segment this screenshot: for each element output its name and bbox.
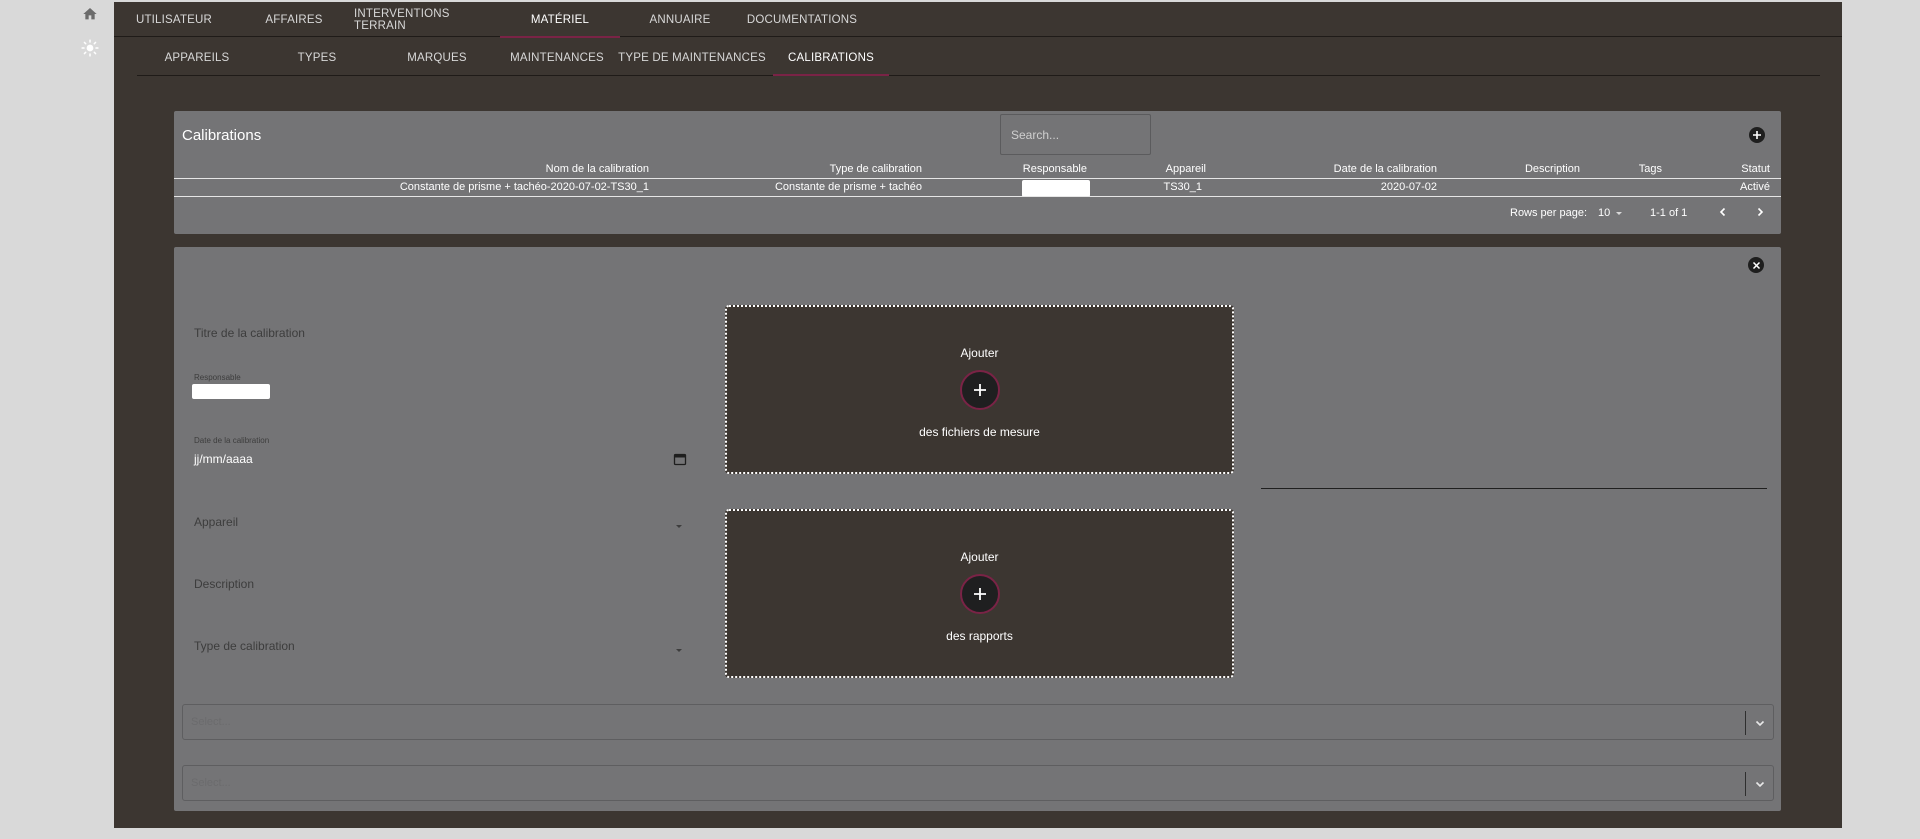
- description-field[interactable]: Description: [194, 577, 254, 591]
- titre-field[interactable]: Titre de la calibration: [194, 326, 305, 340]
- tab-maintenances[interactable]: MAINTENANCES: [497, 40, 617, 75]
- cell-responsable-chip: [1022, 180, 1090, 197]
- rapports-dropzone[interactable]: Ajouter des rapports: [725, 509, 1234, 678]
- add-icon[interactable]: [1749, 127, 1765, 143]
- tab-materiel[interactable]: MATÉRIEL: [500, 2, 620, 38]
- tab-appareils[interactable]: APPAREILS: [137, 40, 257, 75]
- date-label: Date de la calibration: [194, 436, 270, 445]
- responsable-label: Responsable: [194, 373, 241, 382]
- dropzone-title: Ajouter: [960, 550, 999, 564]
- sun-icon[interactable]: [80, 38, 100, 58]
- next-page-icon[interactable]: [1754, 206, 1766, 221]
- date-field[interactable]: jj/mm/aaaa: [194, 452, 253, 466]
- row-divider: [174, 196, 1781, 197]
- calibrations-table-card: Calibrations Search... Nom de la calibra…: [174, 111, 1781, 234]
- rows-per-page-label: Rows per page:: [1510, 207, 1588, 219]
- rows-per-page-select[interactable]: 10: [1598, 207, 1624, 219]
- cell-appareil: TS30_1: [1163, 181, 1202, 193]
- calibration-form-card: Titre de la calibration Responsable Date…: [174, 247, 1781, 811]
- dropzone-subtitle: des fichiers de mesure: [919, 425, 1040, 439]
- tab-documentations[interactable]: DOCUMENTATIONS: [740, 2, 864, 37]
- col-header-responsable[interactable]: Responsable: [1023, 163, 1087, 175]
- header-divider: [174, 178, 1781, 179]
- tab-utilisateur[interactable]: UTILISATEUR: [114, 2, 234, 37]
- tab-type-de-maintenances[interactable]: TYPE DE MAINTENANCES: [617, 40, 767, 75]
- plus-icon[interactable]: [959, 574, 1000, 614]
- col-header-type[interactable]: Type de calibration: [830, 163, 922, 175]
- search-input[interactable]: Search...: [1000, 114, 1151, 155]
- tab-annuaire[interactable]: ANNUAIRE: [620, 2, 740, 37]
- col-header-nom[interactable]: Nom de la calibration: [546, 163, 649, 175]
- col-header-tags[interactable]: Tags: [1639, 163, 1662, 175]
- select-placeholder: Select...: [191, 777, 231, 789]
- appareil-select[interactable]: Appareil: [194, 515, 238, 529]
- col-header-date[interactable]: Date de la calibration: [1334, 163, 1437, 175]
- mesure-dropzone[interactable]: Ajouter des fichiers de mesure: [725, 305, 1234, 474]
- responsable-field[interactable]: [192, 384, 270, 399]
- tab-interventions-terrain[interactable]: INTERVENTIONS TERRAIN: [354, 2, 500, 37]
- plus-icon[interactable]: [959, 370, 1000, 410]
- table-title: Calibrations: [182, 127, 262, 144]
- multi-select-1[interactable]: Select...: [182, 704, 1774, 740]
- close-icon[interactable]: [1748, 257, 1764, 273]
- col-header-description[interactable]: Description: [1525, 163, 1580, 175]
- top-nav: UTILISATEUR AFFAIRES INTERVENTIONS TERRA…: [114, 2, 1842, 38]
- tab-types[interactable]: TYPES: [257, 40, 377, 75]
- select-placeholder: Select...: [191, 716, 231, 728]
- tab-affaires[interactable]: AFFAIRES: [234, 2, 354, 37]
- right-field-underline[interactable]: [1261, 488, 1767, 489]
- caret-down-icon: [1616, 212, 1623, 215]
- calendar-icon[interactable]: [673, 452, 687, 471]
- home-icon[interactable]: [80, 4, 100, 24]
- multi-select-2[interactable]: Select...: [182, 765, 1774, 801]
- cell-date: 2020-07-02: [1380, 181, 1437, 193]
- cell-type: Constante de prisme + tachéo: [774, 181, 922, 193]
- dropzone-subtitle: des rapports: [946, 629, 1013, 643]
- pagination-range: 1-1 of 1: [1650, 207, 1688, 219]
- prev-page-icon[interactable]: [1717, 206, 1729, 221]
- sub-nav: APPAREILS TYPES MARQUES MAINTENANCES TYP…: [137, 40, 1820, 76]
- cell-nom: Constante de prisme + tachéo-2020-07-02-…: [399, 181, 649, 193]
- select-separator: [1745, 711, 1746, 735]
- tab-calibrations[interactable]: CALIBRATIONS: [773, 40, 889, 76]
- col-header-statut[interactable]: Statut: [1741, 163, 1770, 175]
- chevron-down-icon[interactable]: [1754, 777, 1766, 795]
- rows-per-page-value: 10: [1598, 207, 1611, 219]
- caret-down-icon[interactable]: [674, 517, 684, 535]
- dropzone-title: Ajouter: [960, 346, 999, 360]
- cell-statut: Activé: [1740, 181, 1770, 193]
- type-calibration-select[interactable]: Type de calibration: [194, 639, 295, 653]
- col-header-appareil[interactable]: Appareil: [1166, 163, 1206, 175]
- caret-down-icon[interactable]: [674, 641, 684, 659]
- tab-marques[interactable]: MARQUES: [377, 40, 497, 75]
- app-container: UTILISATEUR AFFAIRES INTERVENTIONS TERRA…: [114, 2, 1842, 828]
- chevron-down-icon[interactable]: [1754, 716, 1766, 734]
- select-separator: [1745, 772, 1746, 796]
